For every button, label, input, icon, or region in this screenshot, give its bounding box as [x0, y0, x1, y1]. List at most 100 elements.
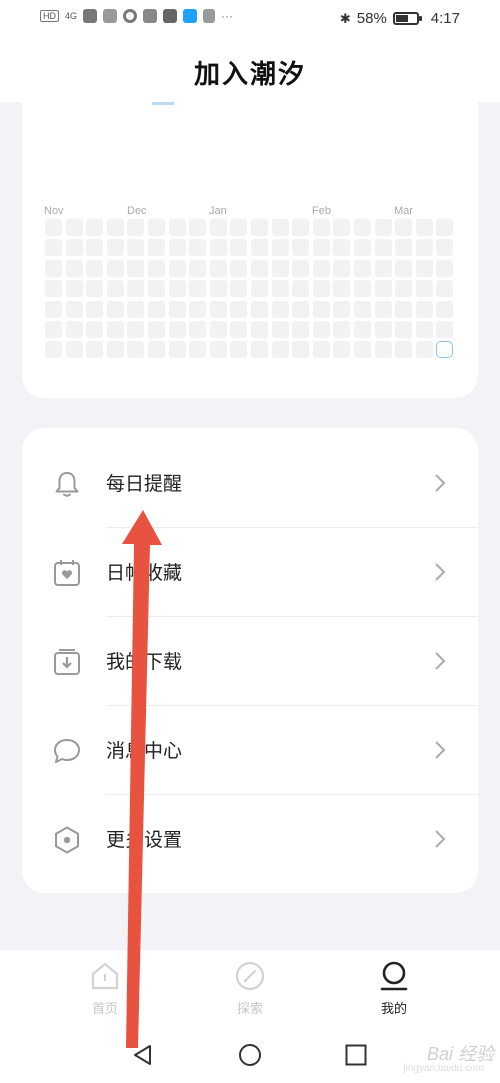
calendar-day-cell: [147, 341, 165, 359]
calendar-day-cell: [292, 259, 310, 277]
calendar-day-cell: [353, 300, 371, 318]
calendar-day-cell: [209, 239, 227, 257]
calendar-day-cell: [333, 320, 351, 338]
calendar-day-cell: [333, 341, 351, 359]
page-header: 加入潮汐: [0, 40, 500, 102]
calendar-day-cell: [250, 219, 268, 236]
month-label: Nov: [44, 205, 64, 217]
tab-mine[interactable]: 我的: [354, 960, 434, 1017]
calendar-day-cell: [127, 320, 145, 338]
calendar-day-cell: [168, 219, 186, 236]
calendar-day-cell: [395, 219, 413, 236]
menu-item-my-downloads[interactable]: 我的下载: [22, 617, 478, 706]
calendar-day-cell: [189, 300, 207, 318]
calendar-day-cell: [312, 259, 330, 277]
recents-icon[interactable]: [343, 1042, 369, 1068]
calendar-day-cell: [436, 280, 454, 298]
calendar-day-cell: [271, 280, 289, 298]
calendar-heatmap-grid: [45, 219, 457, 359]
calendar-day-cell: [353, 259, 371, 277]
profile-icon: [380, 961, 408, 991]
status-icons-right: ✱ 58% 4:17: [340, 10, 460, 27]
menu-item-label: 我的下载: [106, 651, 183, 673]
calendar-day-cell: [45, 280, 62, 298]
calendar-day-cell: [312, 300, 330, 318]
calendar-day-cell: [189, 239, 207, 257]
calendar-day-cell: [127, 239, 145, 257]
battery-percent: 58%: [356, 10, 387, 27]
battery-icon: [392, 12, 422, 25]
calendar-day-cell: [189, 280, 207, 298]
calendar-day-cell: [292, 280, 310, 298]
clock: 4:17: [430, 10, 460, 27]
menu-item-more-settings[interactable]: 更多设置: [22, 795, 478, 884]
calendar-day-cell: [250, 239, 268, 257]
calendar-day-cell: [168, 239, 186, 257]
month-label: Dec: [127, 205, 147, 217]
calendar-day-cell: [436, 219, 454, 236]
menu-item-label: 日帖收藏: [106, 562, 183, 584]
activity-calendar-card: Nov Dec Jan Feb Mar: [22, 102, 478, 398]
calendar-day-cell: [209, 300, 227, 318]
calendar-tab-indicator: [152, 102, 174, 105]
calendar-day-cell: [292, 300, 310, 318]
chevron-right-icon: [435, 830, 446, 848]
calendar-day-cell: [127, 341, 145, 359]
home-circle-icon[interactable]: [237, 1042, 263, 1068]
calendar-day-cell: [168, 259, 186, 277]
calendar-day-cell: [250, 341, 268, 359]
watermark-url: jingyan.baidu.com: [403, 1063, 484, 1074]
menu-item-daily-reminder[interactable]: 每日提醒: [22, 439, 478, 528]
tab-explore[interactable]: 探索: [210, 960, 290, 1017]
calendar-day-cell: [374, 341, 392, 359]
signal-type: 4G: [65, 11, 78, 21]
calendar-day-cell: [395, 341, 413, 359]
bell-icon: [55, 472, 79, 497]
calendar-day-cell: [250, 320, 268, 338]
calendar-day-cell: [353, 320, 371, 338]
chevron-right-icon: [435, 474, 446, 492]
calendar-day-cell: [415, 320, 433, 338]
calendar-day-cell: [333, 239, 351, 257]
calendar-day-cell: [333, 259, 351, 277]
calendar-day-cell: [436, 239, 454, 257]
menu-item-post-favorites[interactable]: 日帖收藏: [22, 528, 478, 617]
menu-item-message-center[interactable]: 消息中心: [22, 706, 478, 795]
calendar-day-cell: [168, 320, 186, 338]
calendar-day-cell: [147, 280, 165, 298]
calendar-day-cell: [189, 341, 207, 359]
month-label: Feb: [312, 205, 331, 217]
calendar-day-cell: [106, 341, 124, 359]
more-notifications-icon: ···: [221, 9, 234, 23]
calendar-day-cell: [106, 259, 124, 277]
calendar-day-cell: [86, 320, 104, 338]
download-box-icon: [54, 649, 80, 675]
signal-icon: [83, 9, 98, 23]
calendar-day-cell: [312, 219, 330, 236]
calendar-day-cell: [271, 300, 289, 318]
calendar-day-cell: [168, 341, 186, 359]
calendar-day-cell: [395, 259, 413, 277]
calendar-day-cell: [86, 219, 104, 236]
calendar-day-cell: [45, 341, 62, 359]
calendar-day-cell: [312, 341, 330, 359]
calendar-day-cell: [353, 280, 371, 298]
back-icon[interactable]: [130, 1042, 156, 1068]
calendar-day-cell: [415, 239, 433, 257]
calendar-day-cell: [127, 259, 145, 277]
tab-home[interactable]: 首页: [65, 960, 145, 1017]
calendar-day-cell: [230, 300, 248, 318]
calendar-day-cell: [209, 219, 227, 236]
calendar-day-cell: [374, 320, 392, 338]
menu-item-label: 更多设置: [106, 829, 183, 851]
calendar-day-cell: [271, 320, 289, 338]
calendar-day-cell: [415, 300, 433, 318]
calendar-day-cell: [65, 300, 83, 318]
calendar-day-cell: [374, 300, 392, 318]
calendar-day-cell: [147, 300, 165, 318]
translate-notification-icon: [203, 9, 216, 23]
sync-icon: [123, 9, 138, 23]
menu-item-label: 消息中心: [106, 740, 183, 762]
calendar-day-cell: [353, 239, 371, 257]
bluetooth-icon: ✱: [339, 10, 351, 26]
